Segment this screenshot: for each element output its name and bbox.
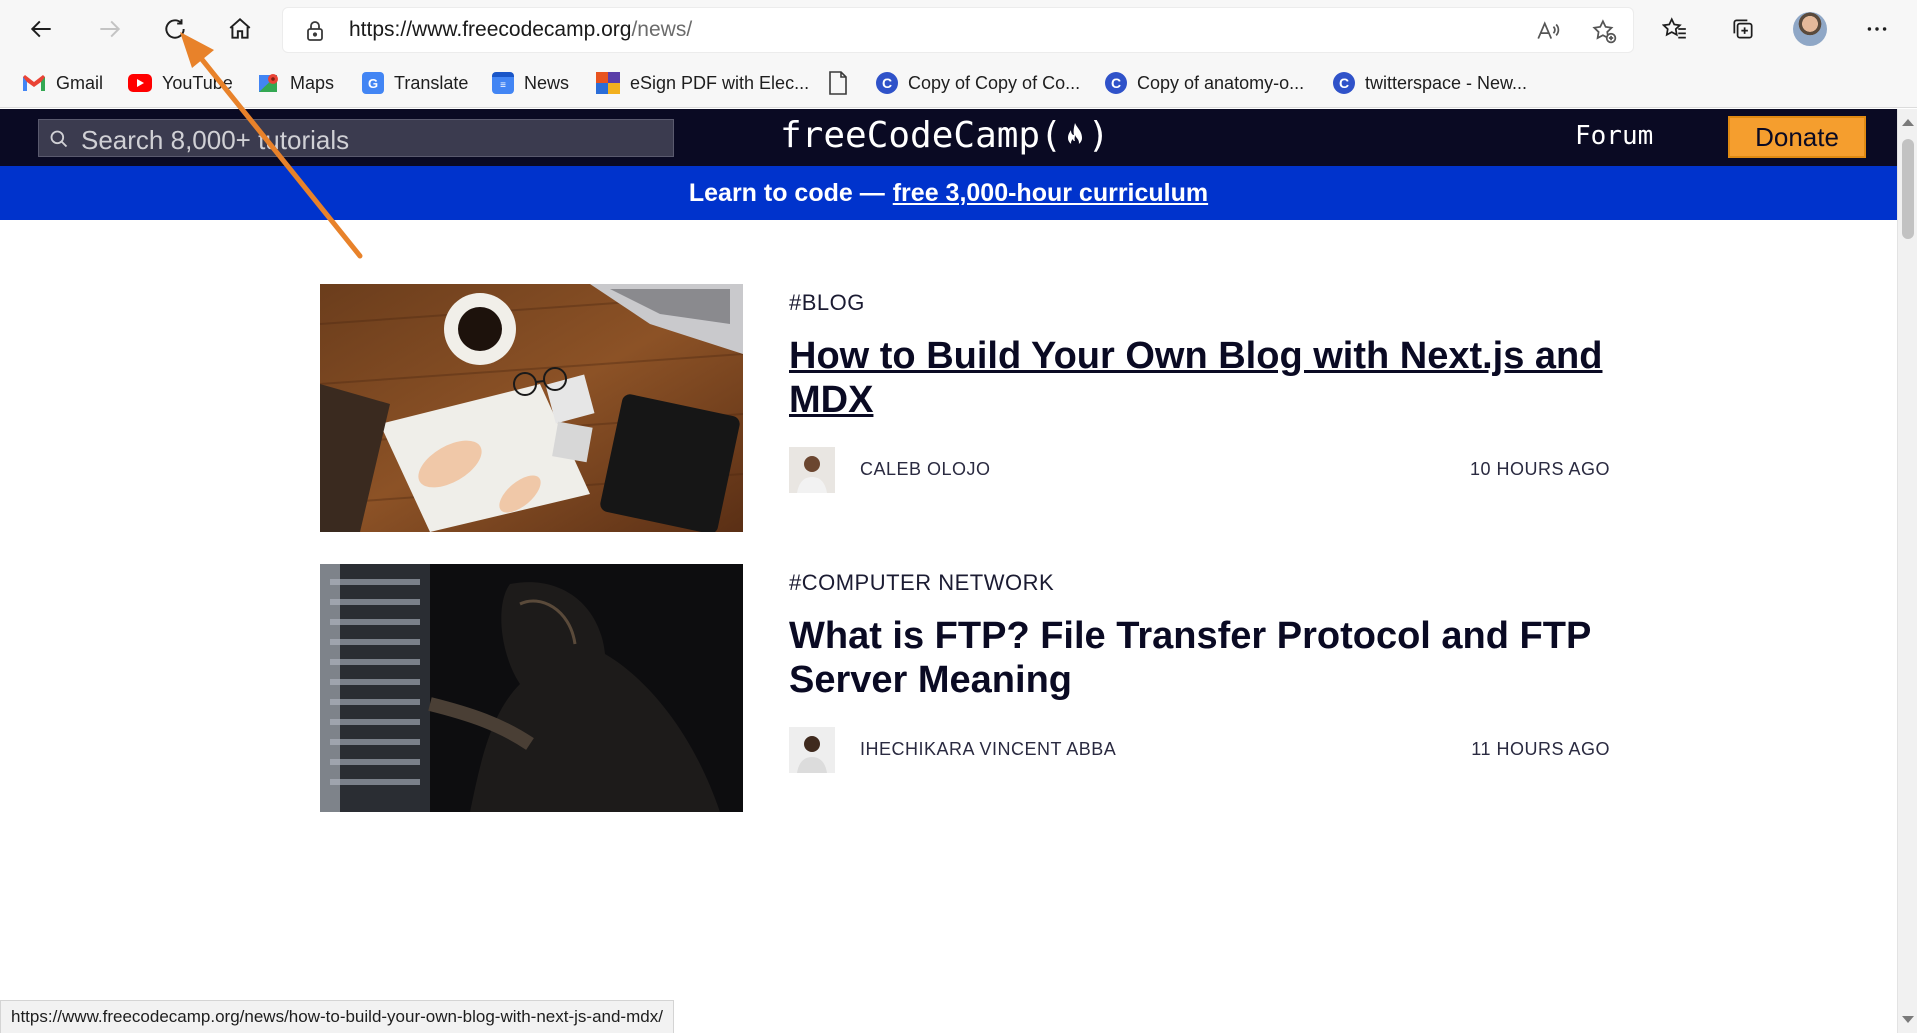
browser-toolbar: https://www.freecodecamp.org/news/ <box>0 0 1917 58</box>
url-text[interactable]: https://www.freecodecamp.org/news/ <box>349 18 692 42</box>
bookmarks-bar: Gmail YouTube Maps G Translate ≡ News eS… <box>0 58 1917 108</box>
refresh-button[interactable] <box>155 9 195 49</box>
favorites-icon <box>1662 17 1686 39</box>
bookmark-label: News <box>524 72 570 93</box>
logo-text-end: ) <box>1087 115 1110 156</box>
scroll-up-icon[interactable] <box>1902 119 1914 126</box>
post-author[interactable]: CALEB OLOJO <box>860 459 991 480</box>
esign-icon <box>596 72 620 94</box>
logo-text: freeCodeCamp( <box>780 115 1062 156</box>
back-button[interactable] <box>22 9 62 49</box>
bookmark-translate[interactable]: G Translate <box>362 68 468 98</box>
add-favorite-icon[interactable] <box>1591 18 1617 44</box>
post-tag[interactable]: #COMPUTER NETWORK <box>789 570 1054 596</box>
donate-button[interactable]: Donate <box>1728 116 1866 158</box>
bookmark-esign[interactable]: eSign PDF with Elec... <box>596 68 809 98</box>
favorites-button[interactable] <box>1655 9 1695 49</box>
page-icon <box>829 71 847 95</box>
post-tag[interactable]: #BLOG <box>789 290 865 316</box>
server-room-photo <box>320 564 743 812</box>
bookmark-copy-of-anatomy[interactable]: C Copy of anatomy-o... <box>1105 68 1304 98</box>
site-nav: Search 8,000+ tutorials freeCodeCamp( ) … <box>0 109 1897 166</box>
desk-photo <box>320 284 743 532</box>
bookmark-label: Maps <box>290 72 335 93</box>
search-placeholder: Search 8,000+ tutorials <box>81 125 350 155</box>
youtube-icon <box>128 74 152 92</box>
arrow-left-icon <box>30 20 51 38</box>
bookmark-youtube[interactable]: YouTube <box>128 68 233 98</box>
bookmark-twitterspace[interactable]: C twitterspace - New... <box>1333 68 1527 98</box>
post-title[interactable]: How to Build Your Own Blog with Next.js … <box>789 334 1609 422</box>
bookmark-label: Copy of anatomy-o... <box>1137 72 1305 93</box>
home-button[interactable] <box>220 9 260 49</box>
post-image[interactable] <box>320 564 743 812</box>
author-avatar[interactable] <box>789 727 835 773</box>
profile-button[interactable] <box>1790 9 1830 49</box>
bookmark-label: twitterspace - New... <box>1365 72 1528 93</box>
read-aloud-icon[interactable] <box>1535 18 1561 44</box>
collections-button[interactable] <box>1723 9 1763 49</box>
post-time: 11 HOURS AGO <box>1471 739 1610 759</box>
curriculum-link[interactable]: free 3,000-hour curriculum <box>893 179 1208 208</box>
bookmark-maps[interactable]: Maps <box>258 68 334 98</box>
post-time: 10 HOURS AGO <box>1469 459 1610 479</box>
maps-icon <box>259 74 278 92</box>
bookmark-gmail[interactable]: Gmail <box>22 68 103 98</box>
scroll-down-icon[interactable] <box>1902 1016 1914 1023</box>
address-bar[interactable]: https://www.freecodecamp.org/news/ <box>282 7 1634 53</box>
bookmark-label: Gmail <box>56 72 104 93</box>
more-menu-button[interactable] <box>1857 9 1897 49</box>
circle-c-icon: C <box>1105 72 1127 94</box>
forward-button[interactable] <box>89 9 129 49</box>
news-icon: ≡ <box>492 72 514 94</box>
post-author[interactable]: IHECHIKARA VINCENT ABBA <box>860 739 1116 760</box>
page-viewport: Search 8,000+ tutorials freeCodeCamp( ) … <box>0 109 1897 1033</box>
bookmark-label: eSign PDF with Elec... <box>630 72 810 93</box>
banner-text: Learn to code — <box>688 178 885 207</box>
refresh-icon <box>165 19 185 39</box>
flame-icon <box>1067 122 1082 147</box>
author-avatar[interactable] <box>789 447 835 493</box>
site-logo[interactable]: freeCodeCamp( ) <box>780 115 1109 156</box>
search-icon <box>50 130 68 148</box>
url-host: https://www.freecodecamp.org <box>349 18 632 41</box>
bookmark-news[interactable]: ≡ News <box>492 68 569 98</box>
home-icon <box>229 17 251 39</box>
bookmark-label: Copy of Copy of Co... <box>908 72 1081 93</box>
lock-icon[interactable] <box>303 19 327 43</box>
bookmark-label: Translate <box>394 72 469 93</box>
bookmark-page[interactable] <box>828 68 848 98</box>
arrow-right-icon <box>100 20 121 38</box>
circle-c-icon: C <box>876 72 898 94</box>
gmail-icon <box>23 75 45 91</box>
bookmark-copy-of-copy[interactable]: C Copy of Copy of Co... <box>876 68 1080 98</box>
avatar <box>1793 12 1827 46</box>
vertical-scrollbar[interactable] <box>1897 109 1917 1033</box>
url-path: /news/ <box>631 18 693 41</box>
ellipsis-icon <box>1867 27 1887 31</box>
status-bar-url: https://www.freecodecamp.org/news/how-to… <box>0 1000 674 1033</box>
translate-icon: G <box>362 72 384 94</box>
search-input[interactable]: Search 8,000+ tutorials <box>38 119 674 157</box>
scrollbar-thumb[interactable] <box>1902 139 1914 239</box>
collections-icon <box>1733 19 1753 39</box>
post-title[interactable]: What is FTP? File Transfer Protocol and … <box>789 614 1609 702</box>
forum-link[interactable]: Forum <box>1575 121 1653 151</box>
bookmark-label: YouTube <box>162 72 233 93</box>
curriculum-banner: Learn to code — free 3,000-hour curricul… <box>0 166 1897 220</box>
post-image[interactable] <box>320 284 743 532</box>
circle-c-icon: C <box>1333 72 1355 94</box>
